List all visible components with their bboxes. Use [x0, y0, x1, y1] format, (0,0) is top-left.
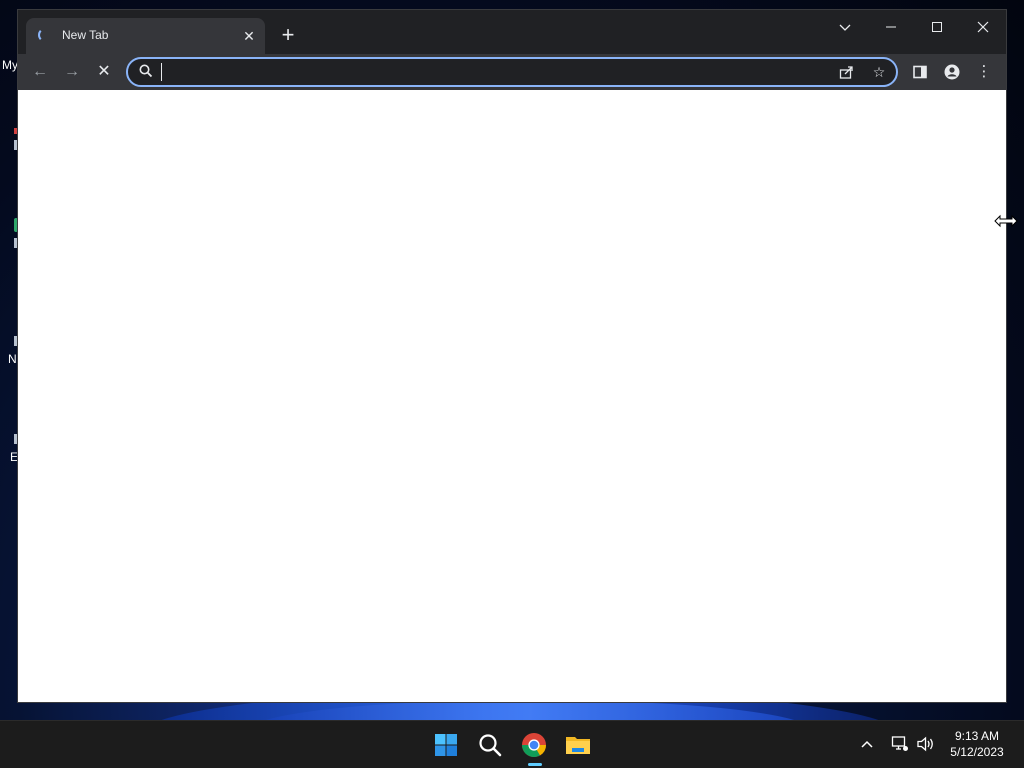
browser-toolbar: ← → ✕ ☆ ⋮: [18, 54, 1006, 90]
address-bar[interactable]: ☆: [126, 57, 898, 87]
maximize-button[interactable]: [914, 12, 960, 42]
system-clock[interactable]: 9:13 AM 5/12/2023: [944, 728, 1010, 760]
close-window-button[interactable]: [960, 12, 1006, 42]
tray-overflow-chevron-icon[interactable]: [860, 731, 874, 754]
stop-loading-button[interactable]: ✕: [90, 58, 118, 86]
clock-time: 9:13 AM: [954, 729, 1000, 743]
desktop-icon-label-n[interactable]: N: [8, 352, 17, 366]
minimize-icon: [886, 26, 896, 28]
share-icon[interactable]: [836, 61, 858, 83]
close-icon: [977, 21, 989, 33]
minimize-button[interactable]: [868, 12, 914, 42]
share-page-icon: [839, 66, 853, 79]
browser-menu-button[interactable]: ⋮: [970, 58, 998, 86]
desktop-icon-accent: [14, 128, 17, 134]
side-panel-icon: [913, 65, 927, 79]
address-input[interactable]: [160, 61, 824, 85]
tab-strip: New Tab ✕ +: [18, 10, 1006, 54]
taskbar-search-icon[interactable]: [474, 729, 506, 761]
clock-date: 5/12/2023: [950, 745, 1004, 759]
desktop-icon-label-my[interactable]: My: [2, 58, 18, 72]
tab-close-icon[interactable]: ✕: [239, 26, 259, 46]
page-content[interactable]: [18, 90, 1006, 702]
text-cursor: [161, 63, 162, 81]
profile-button[interactable]: [938, 58, 966, 86]
profile-icon: [944, 64, 960, 80]
horizontal-resize-cursor-icon: [994, 214, 1018, 228]
volume-icon[interactable]: [916, 735, 936, 753]
file-explorer-icon[interactable]: [562, 729, 594, 761]
chrome-icon[interactable]: [518, 729, 550, 761]
chevron-down-icon: [839, 24, 851, 31]
tab-new-tab[interactable]: New Tab ✕: [26, 18, 265, 54]
windows-start-icon[interactable]: [430, 729, 462, 761]
tab-title: New Tab: [62, 28, 109, 42]
bookmark-star-icon[interactable]: ☆: [868, 61, 890, 83]
tab-search-button[interactable]: [822, 12, 868, 42]
side-panel-button[interactable]: [906, 58, 934, 86]
back-button[interactable]: ←: [26, 58, 54, 86]
loading-spinner-icon: [38, 28, 52, 42]
taskbar: 9:13 AM 5/12/2023: [0, 720, 1024, 768]
desktop-icon-label-e[interactable]: E: [10, 450, 18, 464]
network-icon[interactable]: [891, 735, 909, 753]
browser-window: New Tab ✕ + ← → ✕ ☆ ⋮: [18, 10, 1006, 702]
new-tab-button[interactable]: +: [276, 24, 300, 48]
maximize-icon: [932, 22, 942, 32]
chevron-up-icon: [861, 740, 873, 748]
forward-button[interactable]: →: [58, 58, 86, 86]
active-app-indicator: [528, 763, 542, 766]
search-icon: [139, 64, 153, 78]
